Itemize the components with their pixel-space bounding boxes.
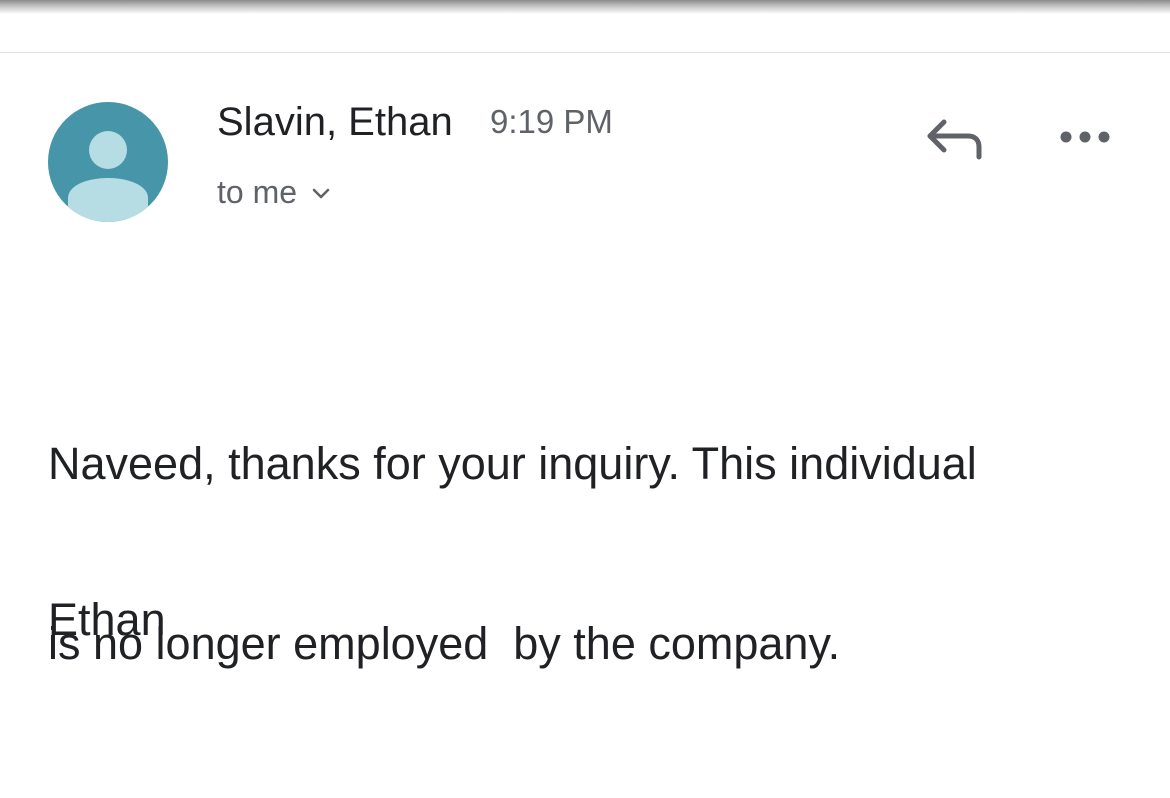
chevron-down-icon xyxy=(312,188,330,199)
sender-name[interactable]: Slavin, Ethan xyxy=(217,98,453,146)
recipient-label: to me xyxy=(217,174,298,210)
sent-time: 9:19 PM xyxy=(490,103,613,140)
sender-avatar[interactable] xyxy=(48,102,168,222)
message-body-line: Naveed, thanks for your inquiry. This in… xyxy=(48,438,977,489)
reply-icon xyxy=(927,119,982,160)
toolbar-shadow xyxy=(0,0,1170,14)
more-horizontal-icon xyxy=(1060,131,1110,143)
reply-button[interactable] xyxy=(920,108,990,168)
more-options-button[interactable] xyxy=(1052,112,1122,162)
email-view: Slavin, Ethan 9:19 PM to me Naveed, than… xyxy=(0,0,1170,798)
header-divider xyxy=(0,52,1170,53)
message-body: Naveed, thanks for your inquiry. This in… xyxy=(48,314,1138,794)
person-icon xyxy=(68,131,148,222)
message-signature: Ethan xyxy=(48,594,166,645)
message-body-line: is no longer employed by the company. xyxy=(48,618,841,669)
recipient-toggle[interactable]: to me xyxy=(217,170,331,214)
